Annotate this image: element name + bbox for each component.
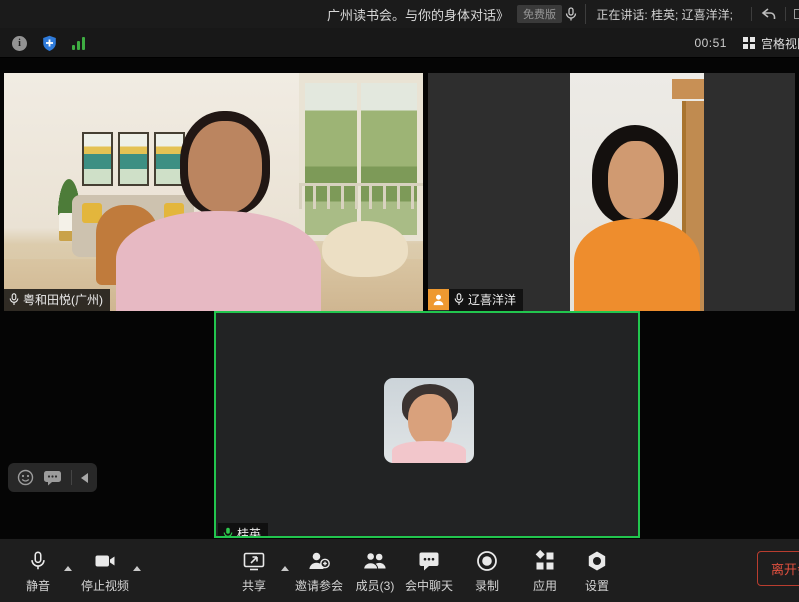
meeting-timer: 00:51	[694, 36, 727, 50]
participant-2-label-row: 辽喜洋洋	[428, 289, 523, 311]
participant-3-face	[408, 394, 452, 446]
mute-options-caret[interactable]	[64, 566, 72, 571]
video-tile-3-active-speaker[interactable]: 桂英	[214, 311, 640, 538]
titlebar-divider-2	[785, 7, 786, 21]
status-left-group: i	[12, 28, 85, 58]
grid-view-icon	[743, 37, 755, 49]
video-tile-1[interactable]: 粤和田悦(广州)	[4, 73, 423, 311]
video-tile-2[interactable]: 辽喜洋洋	[428, 73, 795, 311]
microphone-icon	[565, 7, 577, 22]
pill-divider	[71, 470, 72, 485]
mute-button[interactable]: 静音	[26, 549, 50, 594]
participant-3-name-label: 桂英	[218, 523, 268, 538]
settings-button[interactable]: 设置	[585, 549, 609, 594]
tile-2-video-area	[570, 73, 704, 311]
scene-cabinet	[672, 79, 704, 99]
apps-button[interactable]: 应用	[533, 549, 557, 594]
share-options-caret[interactable]	[281, 566, 289, 571]
mute-label: 静音	[26, 577, 50, 594]
mic-on-icon	[9, 293, 19, 306]
chat-bubble-icon[interactable]	[43, 470, 62, 486]
leave-meeting-button[interactable]: 离开会议	[757, 551, 799, 586]
invite-label: 邀请参会	[295, 577, 343, 594]
bottom-toolbar: 静音 停止视频 共享 邀请参会 成员(3) 会中聊天 录制	[0, 538, 799, 602]
info-icon[interactable]: i	[12, 36, 27, 51]
now-speaking-text: 正在讲话: 桂英; 辽喜洋洋;	[585, 4, 743, 24]
host-badge-icon	[428, 289, 449, 310]
undo-arrow-icon[interactable]	[760, 7, 777, 22]
participant-1-name: 粤和田悦(广州)	[23, 291, 103, 308]
participant-1-shirt	[116, 211, 321, 311]
share-screen-label: 共享	[242, 577, 266, 594]
window-restore-icon[interactable]	[794, 9, 799, 19]
status-right-group: 00:51 宫格视图	[694, 28, 799, 58]
smiley-icon[interactable]	[17, 469, 34, 486]
share-screen-button[interactable]: 共享	[242, 549, 266, 594]
scene-window	[299, 73, 423, 241]
meeting-window: 广州读书会。与你的身体对话》 免费版 正在讲话: 桂英; 辽喜洋洋; i 00	[0, 0, 799, 602]
record-button[interactable]: 录制	[475, 549, 499, 594]
settings-gear-icon	[585, 549, 609, 573]
meeting-chat-button[interactable]: 会中聊天	[405, 549, 453, 594]
apps-grid-icon	[533, 549, 557, 573]
grid-view-button[interactable]: 宫格视图	[743, 35, 799, 52]
share-screen-icon	[242, 549, 266, 573]
speaking-indicator-group: 正在讲话: 桂英; 辽喜洋洋;	[565, 0, 799, 28]
scene-painting	[82, 132, 113, 186]
record-icon	[475, 549, 499, 573]
participant-1-face	[188, 121, 262, 213]
reaction-pill	[8, 463, 97, 492]
grid-view-label: 宫格视图	[761, 35, 799, 52]
collapse-left-icon[interactable]	[81, 473, 88, 483]
participant-3-shirt	[392, 441, 466, 463]
status-bar: i 00:51 宫格视图	[0, 28, 799, 58]
participant-2-name-label: 辽喜洋洋	[449, 289, 523, 311]
invite-person-icon	[307, 549, 331, 573]
record-label: 录制	[475, 577, 499, 594]
free-version-badge: 免费版	[517, 5, 562, 23]
participant-2-face	[608, 141, 664, 219]
participant-2-name: 辽喜洋洋	[468, 291, 516, 308]
title-bar: 广州读书会。与你的身体对话》 免费版 正在讲话: 桂英; 辽喜洋洋;	[0, 0, 799, 28]
video-options-caret[interactable]	[133, 566, 141, 571]
video-stage: 粤和田悦(广州) 辽喜洋洋	[0, 58, 799, 538]
stop-video-label: 停止视频	[81, 577, 129, 594]
settings-label: 设置	[585, 577, 609, 594]
titlebar-divider	[751, 7, 752, 21]
apps-label: 应用	[533, 577, 557, 594]
participant-3-avatar	[384, 378, 474, 463]
participant-3-name: 桂英	[237, 525, 261, 538]
stop-video-button[interactable]: 停止视频	[81, 549, 129, 594]
members-icon	[362, 549, 388, 573]
camera-icon	[93, 549, 117, 573]
members-label: 成员(3)	[356, 577, 395, 594]
meeting-chat-icon	[417, 549, 441, 573]
scene-railing	[299, 183, 423, 209]
shield-icon[interactable]	[42, 35, 57, 52]
meeting-chat-label: 会中聊天	[405, 577, 453, 594]
microphone-icon	[27, 549, 49, 573]
invite-button[interactable]: 邀请参会	[295, 549, 343, 594]
scene-beanbag	[322, 221, 408, 277]
mic-on-icon	[454, 293, 464, 306]
participant-1-name-label: 粤和田悦(广州)	[4, 289, 110, 311]
meeting-title: 广州读书会。与你的身体对话》	[327, 5, 509, 24]
scene-painting	[118, 132, 149, 186]
participant-2-shirt	[574, 219, 700, 311]
mic-active-icon	[223, 527, 233, 538]
members-button[interactable]: 成员(3)	[356, 549, 395, 594]
signal-bars-icon[interactable]	[72, 37, 85, 50]
meeting-title-group: 广州读书会。与你的身体对话》 免费版	[327, 0, 562, 28]
